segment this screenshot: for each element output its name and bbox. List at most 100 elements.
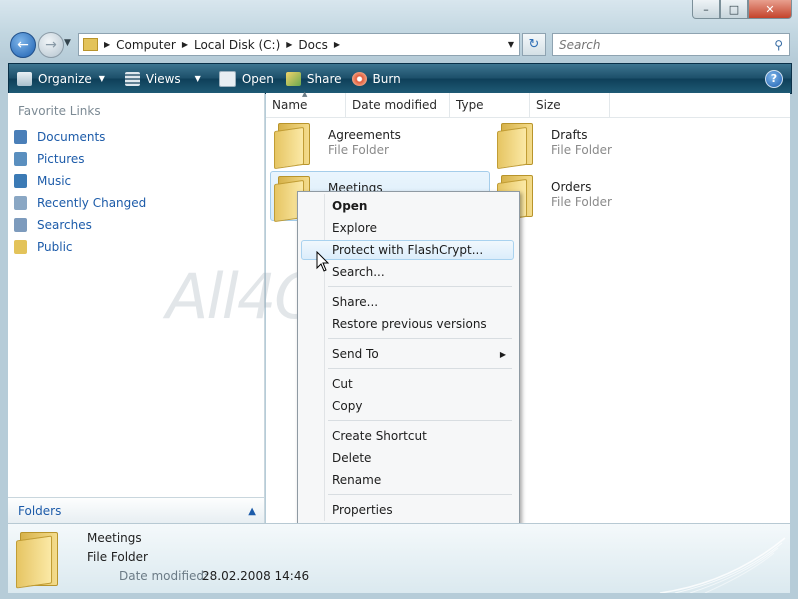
menu-label: Send To [332,347,379,361]
refresh-button[interactable]: ↻ [522,33,546,56]
breadcrumb-docs[interactable]: Docs [298,38,327,52]
chevron-up-icon[interactable]: ▲ [248,506,256,517]
column-date-label: Date modified [352,98,438,112]
folder-icon [274,121,312,170]
menu-item-rename[interactable]: Rename [301,470,514,490]
menu-item-properties[interactable]: Properties [301,500,514,520]
column-type-label: Type [456,98,484,112]
documents-icon [14,130,27,144]
context-menu: Open Explore Protect with FlashCrypt... … [297,191,520,524]
menu-item-copy[interactable]: Copy [301,396,514,416]
details-name: Meetings [87,531,142,545]
burn-label: Burn [372,71,401,86]
open-button[interactable]: Open [218,70,274,87]
menu-item-share[interactable]: Share... [301,292,514,312]
column-headers: ▲ Name Date modified Type Size [266,90,790,118]
folders-label: Folders [18,504,62,518]
submenu-arrow-icon: ▶ [499,349,506,359]
favorite-links-list: Documents Pictures Music Recently Changed Se… [14,126,146,258]
views-label: Views [145,71,181,86]
explorer-window: – □ ✕ ← → ▼ ▶ Computer ▶ Local Disk (C:) ▶… [0,0,798,599]
burn-button[interactable]: Burn [351,71,401,86]
public-folder-icon [14,240,27,254]
search-icon[interactable]: ⚲ [774,38,783,52]
close-button[interactable]: ✕ [748,0,792,19]
refresh-icon: ↻ [528,37,540,52]
file-tile-drafts[interactable]: Drafts File Folder [497,119,707,170]
views-icon [124,71,140,86]
sidebar-item-label: Music [37,174,72,188]
recent-pages-dropdown[interactable]: ▼ [64,38,71,48]
breadcrumb-arrow-icon[interactable]: ▶ [334,40,340,49]
menu-item-search[interactable]: Search... [301,262,514,282]
share-label: Share [306,71,342,86]
sidebar-item-documents[interactable]: Documents [14,126,146,148]
sidebar-item-pictures[interactable]: Pictures [14,148,146,170]
sidebar-item-label: Pictures [37,152,85,166]
folders-bar[interactable]: Folders ▲ [8,497,264,524]
menu-separator [328,420,512,421]
searches-icon [14,218,27,232]
search-box[interactable]: ⚲ [552,33,790,56]
menu-label: Protect with FlashCrypt... [332,243,484,257]
breadcrumb-arrow-icon[interactable]: ▶ [104,40,110,49]
organize-label: Organize [38,71,92,86]
minimize-button[interactable]: – [692,0,720,19]
menu-item-open[interactable]: Open [301,196,514,216]
music-icon [14,174,27,188]
column-name[interactable]: ▲ Name [266,90,346,117]
views-button[interactable]: Views ▼ [124,71,201,86]
file-tile-orders[interactable]: Orders File Folder [497,171,707,222]
menu-label: Properties [332,503,393,517]
menu-item-send-to[interactable]: Send To ▶ [301,344,514,364]
menu-item-create-shortcut[interactable]: Create Shortcut [301,426,514,446]
menu-label: Open [332,199,368,213]
back-button[interactable]: ← [10,32,36,58]
search-input[interactable] [557,36,761,53]
column-type[interactable]: Type [450,93,530,117]
maximize-button[interactable]: □ [720,0,748,19]
menu-separator [328,286,512,287]
folder-icon [16,530,62,589]
sidebar-item-music[interactable]: Music [14,170,146,192]
address-bar[interactable]: ▶ Computer ▶ Local Disk (C:) ▶ Docs ▶ ▼ [78,33,520,56]
menu-item-explore[interactable]: Explore [301,218,514,238]
burn-disc-icon [351,71,367,86]
menu-item-cut[interactable]: Cut [301,374,514,394]
menu-item-protect-flashcrypt[interactable]: Protect with FlashCrypt... [301,240,514,260]
favorite-links-heading: Favorite Links [18,104,101,118]
breadcrumb-arrow-icon[interactable]: ▶ [286,40,292,49]
menu-label: Share... [332,295,379,309]
menu-separator [328,338,512,339]
help-icon[interactable]: ? [765,69,783,88]
sidebar-item-public[interactable]: Public [14,236,146,258]
share-button[interactable]: Share [285,71,342,86]
column-date-modified[interactable]: Date modified [346,93,450,117]
menu-label: Copy [332,399,363,413]
file-tile-agreements[interactable]: Agreements File Folder [274,119,484,170]
menu-item-delete[interactable]: Delete [301,448,514,468]
forward-button[interactable]: → [38,32,64,58]
share-icon [285,71,301,86]
breadcrumb-computer[interactable]: Computer [116,38,176,52]
file-type: File Folder [551,195,612,209]
column-size[interactable]: Size [530,93,610,117]
breadcrumb-local-disk[interactable]: Local Disk (C:) [194,38,280,52]
pictures-icon [14,152,27,166]
folder-icon [497,121,535,170]
menu-item-restore-previous-versions[interactable]: Restore previous versions [301,314,514,334]
column-size-label: Size [536,98,561,112]
open-icon [218,70,236,87]
breadcrumb-arrow-icon[interactable]: ▶ [182,40,188,49]
sidebar-item-searches[interactable]: Searches [14,214,146,236]
mouse-cursor-icon [316,251,330,272]
file-name: Orders [551,180,592,194]
details-date-label: Date modified: [119,569,209,583]
sidebar-item-recently-changed[interactable]: Recently Changed [14,192,146,214]
file-type: File Folder [551,143,612,157]
address-dropdown-icon[interactable]: ▼ [508,40,514,49]
command-bar: Organize ▼ Views ▼ Open Share Burn ? [8,63,792,94]
organize-button[interactable]: Organize ▼ [17,71,105,86]
sidebar-item-label: Public [37,240,73,254]
decorative-swoosh [659,537,786,593]
